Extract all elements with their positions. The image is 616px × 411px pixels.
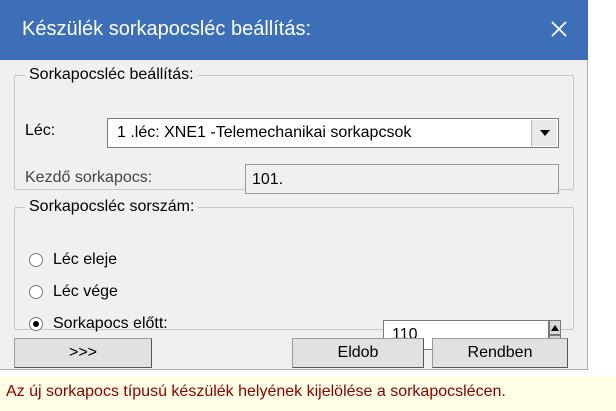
radio-before-terminal[interactable]: Sorkapocs előtt: bbox=[29, 314, 168, 334]
strip-select-value: 1 .léc: XNE1 -Telemechanikai sorkapcsok bbox=[117, 124, 412, 141]
dialog-titlebar[interactable]: Készülék sorkapocsléc beállítás: bbox=[0, 0, 588, 60]
terminal-strip-settings-group: Sorkapocsléc beállítás: Léc: 1 .léc: XNE… bbox=[14, 66, 574, 194]
radio-circle-selected bbox=[29, 317, 43, 331]
ok-button[interactable]: Rendben bbox=[432, 338, 568, 368]
start-terminal-value: 101. bbox=[252, 171, 284, 188]
chevron-down-icon bbox=[539, 130, 550, 136]
status-bar: Az új sorkapocs típusú készülék helyének… bbox=[0, 376, 616, 411]
radio-circle bbox=[29, 253, 43, 267]
radio-strip-end-label: Léc vége bbox=[53, 283, 118, 300]
start-terminal-label: Kezdő sorkapocs: bbox=[25, 169, 153, 186]
dropdown-button[interactable] bbox=[531, 120, 557, 146]
terminal-strip-order-legend: Sorkapocsléc sorszám: bbox=[29, 198, 195, 215]
background-strip bbox=[588, 0, 616, 376]
strip-label: Léc: bbox=[25, 122, 56, 139]
start-terminal-field: 101. bbox=[245, 164, 559, 194]
radio-strip-start[interactable]: Léc eleje bbox=[29, 250, 117, 270]
close-button[interactable] bbox=[542, 12, 576, 46]
spin-up-icon bbox=[551, 324, 559, 331]
spin-up-button[interactable] bbox=[549, 320, 561, 335]
radio-before-terminal-label: Sorkapocs előtt: bbox=[53, 315, 168, 332]
cancel-button[interactable]: Eldob bbox=[292, 338, 424, 368]
dialog-title: Készülék sorkapocsléc beállítás: bbox=[22, 18, 312, 40]
more-button[interactable]: >>> bbox=[14, 338, 152, 368]
strip-select[interactable]: 1 .léc: XNE1 -Telemechanikai sorkapcsok bbox=[107, 118, 559, 148]
terminal-strip-settings-legend: Sorkapocsléc beállítás: bbox=[29, 66, 194, 83]
terminal-strip-dialog: Készülék sorkapocsléc beállítás: Sorkapo… bbox=[0, 0, 588, 370]
terminal-strip-order-group: Sorkapocsléc sorszám: Léc eleje Léc vége… bbox=[14, 198, 574, 350]
radio-strip-start-label: Léc eleje bbox=[53, 251, 118, 268]
radio-strip-end[interactable]: Léc vége bbox=[29, 282, 118, 302]
radio-circle bbox=[29, 285, 43, 299]
close-icon bbox=[551, 21, 567, 37]
